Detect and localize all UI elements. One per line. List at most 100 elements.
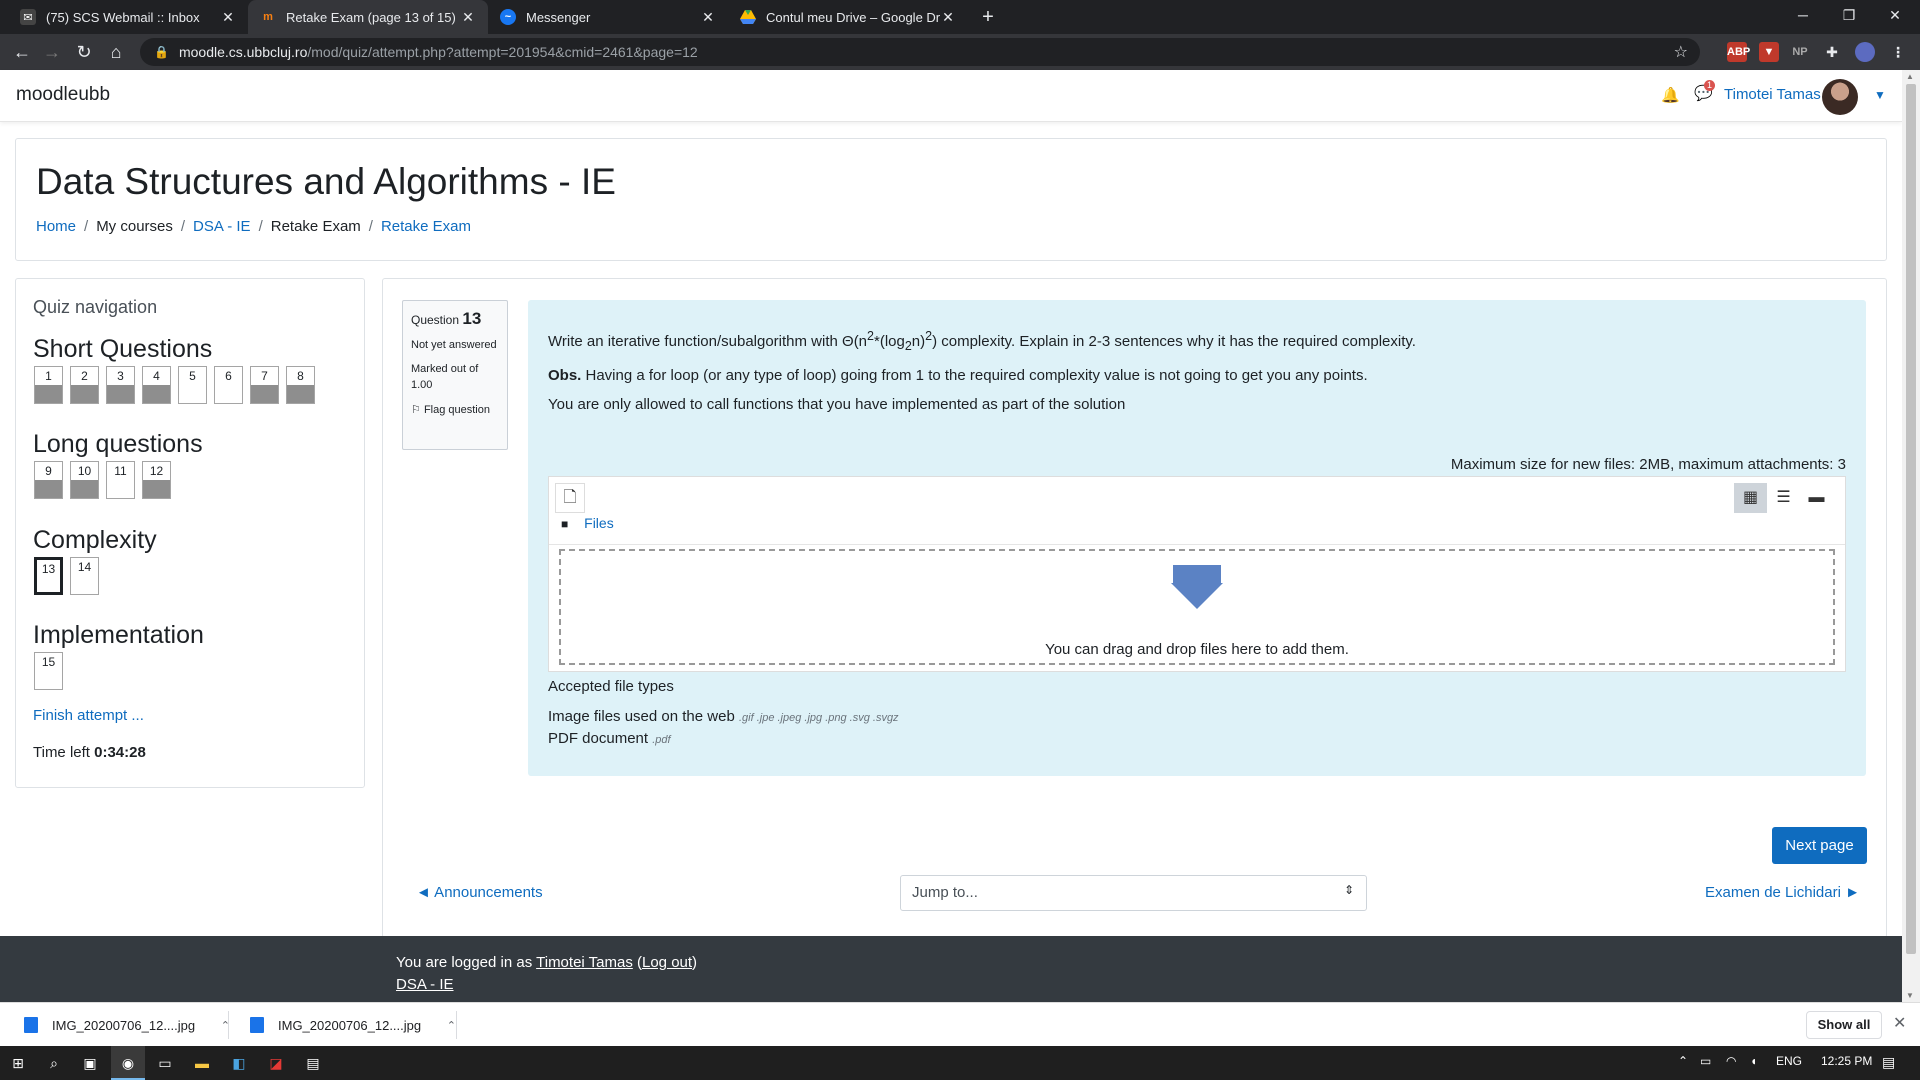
- windows-start-icon[interactable]: ⊞: [6, 1051, 30, 1075]
- address-bar[interactable]: 🔒 moodle.cs.ubbcluj.ro/mod/quiz/attempt.…: [140, 38, 1700, 66]
- volume-icon[interactable]: ◖: [1750, 1054, 1757, 1068]
- notification-center-icon[interactable]: ▤: [1882, 1054, 1895, 1071]
- acrobat-icon[interactable]: ◪: [264, 1051, 288, 1075]
- close-icon[interactable]: ✕: [1893, 1013, 1906, 1033]
- finish-attempt-link[interactable]: Finish attempt ...: [33, 707, 144, 724]
- breadcrumb-course[interactable]: DSA - IE: [193, 218, 251, 235]
- tab-webmail[interactable]: ✉ (75) SCS Webmail :: Inbox ✕: [8, 0, 248, 34]
- file-drop-zone[interactable]: You can drag and drop files here to add …: [559, 549, 1835, 665]
- quiz-nav-button-5[interactable]: 5: [178, 366, 207, 404]
- user-menu-name[interactable]: Timotei Tamas: [1724, 86, 1821, 103]
- login-info: You are logged in as Timotei Tamas (Log …: [396, 954, 698, 971]
- tab-retake-exam[interactable]: m Retake Exam (page 13 of 15) ✕: [248, 0, 488, 34]
- task-view-icon[interactable]: ▣: [78, 1051, 102, 1075]
- close-tab-icon[interactable]: ✕: [940, 9, 956, 26]
- page-scrollbar[interactable]: ▲ ▼: [1902, 70, 1920, 1002]
- back-icon[interactable]: ←: [10, 40, 34, 64]
- messages-icon[interactable]: 💬 1: [1694, 80, 1715, 104]
- section-heading-implementation: Implementation: [33, 621, 204, 649]
- avatar[interactable]: [1822, 79, 1858, 115]
- chevron-up-icon[interactable]: ⌃: [447, 1019, 456, 1032]
- footer-user-link[interactable]: Timotei Tamas: [536, 954, 633, 971]
- quiz-nav-button-12[interactable]: 12: [142, 461, 171, 499]
- close-tab-icon[interactable]: ✕: [220, 9, 236, 26]
- download-item[interactable]: IMG_20200706_12....jpg ⌃: [246, 1011, 466, 1039]
- adblock-extension-icon[interactable]: ABP: [1727, 42, 1750, 62]
- new-tab-button[interactable]: +: [976, 5, 1000, 29]
- close-tab-icon[interactable]: ✕: [700, 9, 716, 26]
- forward-icon[interactable]: →: [40, 40, 64, 64]
- flag-question-button[interactable]: ⚐ Flag question: [411, 403, 499, 416]
- language-indicator[interactable]: ENG: [1776, 1054, 1802, 1068]
- pocket-extension-icon[interactable]: ▼: [1759, 42, 1779, 62]
- chrome-menu-icon[interactable]: ⋮: [1888, 42, 1908, 62]
- notification-bell-icon[interactable]: 🔔: [1661, 86, 1680, 104]
- scrollbar-thumb[interactable]: [1906, 84, 1916, 954]
- footer-course-link[interactable]: DSA - IE: [396, 976, 454, 993]
- quiz-nav-button-6[interactable]: 6: [214, 366, 243, 404]
- page-header: Data Structures and Algorithms - IE Home…: [15, 138, 1887, 261]
- folder-view-icon[interactable]: ▬: [1800, 483, 1833, 513]
- close-tab-icon[interactable]: ✕: [460, 9, 476, 26]
- quiz-nav-button-2[interactable]: 2: [70, 366, 99, 404]
- breadcrumb-separator: /: [258, 218, 263, 235]
- quiz-nav-button-10[interactable]: 10: [70, 461, 99, 499]
- site-brand[interactable]: moodleubb: [16, 84, 110, 106]
- quiz-nav-button-9[interactable]: 9: [34, 461, 63, 499]
- tab-messenger[interactable]: ~ Messenger ✕: [488, 0, 728, 34]
- files-folder-link[interactable]: Files: [584, 515, 614, 531]
- quiz-nav-button-13[interactable]: 13: [34, 557, 63, 595]
- wifi-icon[interactable]: ◠: [1726, 1054, 1736, 1068]
- quiz-nav-button-4[interactable]: 4: [142, 366, 171, 404]
- logout-link[interactable]: Log out: [642, 954, 692, 971]
- next-page-button[interactable]: Next page: [1772, 827, 1867, 864]
- next-activity-link[interactable]: Examen de Lichidari ►: [1705, 884, 1860, 901]
- close-window-button[interactable]: ✕: [1872, 0, 1918, 34]
- battery-icon[interactable]: ▭: [1700, 1054, 1711, 1068]
- time-left: Time left 0:34:28: [33, 744, 146, 761]
- profile-avatar-icon[interactable]: [1855, 42, 1875, 62]
- mail-app-icon[interactable]: ▭: [153, 1051, 177, 1075]
- jump-to-select[interactable]: Jump to... ⇕: [900, 875, 1367, 911]
- flag-icon: ⚐: [411, 404, 421, 416]
- search-icon[interactable]: ⌕: [42, 1051, 66, 1075]
- grid-view-icon[interactable]: ▦: [1734, 483, 1767, 513]
- restore-button[interactable]: ❐: [1826, 0, 1872, 34]
- quiz-nav-button-15[interactable]: 15: [34, 652, 63, 690]
- tab-google-drive[interactable]: Contul meu Drive – Google Drive ✕: [728, 0, 968, 34]
- app-icon[interactable]: ◧: [227, 1051, 251, 1075]
- minimize-button[interactable]: ─: [1780, 0, 1826, 34]
- chevron-down-icon[interactable]: ▼: [1874, 88, 1886, 102]
- bookmark-star-icon[interactable]: ☆: [1674, 42, 1688, 62]
- clock[interactable]: 12:25 PM: [1821, 1054, 1872, 1068]
- show-all-button[interactable]: Show all: [1806, 1011, 1882, 1039]
- quiz-nav-button-1[interactable]: 1: [34, 366, 63, 404]
- previous-activity-link[interactable]: ◄ Announcements: [416, 884, 543, 901]
- np-extension-icon[interactable]: NP: [1790, 42, 1810, 62]
- quiz-nav-button-11[interactable]: 11: [106, 461, 135, 499]
- tab-title: Retake Exam (page 13 of 15): [286, 9, 456, 25]
- breadcrumb-quiz[interactable]: Retake Exam: [381, 218, 471, 235]
- scroll-up-icon[interactable]: ▲: [1906, 72, 1914, 81]
- file-explorer-icon[interactable]: ▬: [190, 1051, 214, 1075]
- question-grade: Marked out of 1.00: [411, 363, 479, 391]
- quiz-nav-button-14[interactable]: 14: [70, 557, 99, 595]
- breadcrumb-home[interactable]: Home: [36, 218, 76, 235]
- list-view-icon[interactable]: ☰: [1767, 483, 1800, 513]
- home-icon[interactable]: ⌂: [104, 40, 128, 64]
- scroll-down-icon[interactable]: ▼: [1906, 991, 1914, 1000]
- download-item[interactable]: IMG_20200706_12....jpg ⌃: [20, 1011, 240, 1039]
- breadcrumb: Home / My courses / DSA - IE / Retake Ex…: [36, 218, 471, 235]
- file-icon: [250, 1017, 264, 1033]
- quiz-nav-button-8[interactable]: 8: [286, 366, 315, 404]
- add-file-button[interactable]: 🗋: [555, 483, 585, 513]
- chevron-up-icon[interactable]: ⌃: [1678, 1054, 1688, 1068]
- page-footer: You are logged in as Timotei Tamas (Log …: [0, 936, 1902, 1002]
- section-heading-complexity: Complexity: [33, 526, 157, 554]
- quiz-nav-button-7[interactable]: 7: [250, 366, 279, 404]
- quiz-nav-button-3[interactable]: 3: [106, 366, 135, 404]
- calculator-icon[interactable]: ▤: [301, 1051, 325, 1075]
- reload-icon[interactable]: ↻: [72, 40, 96, 64]
- chrome-taskbar-icon[interactable]: ◉: [111, 1046, 145, 1080]
- extensions-puzzle-icon[interactable]: ✚: [1822, 42, 1842, 62]
